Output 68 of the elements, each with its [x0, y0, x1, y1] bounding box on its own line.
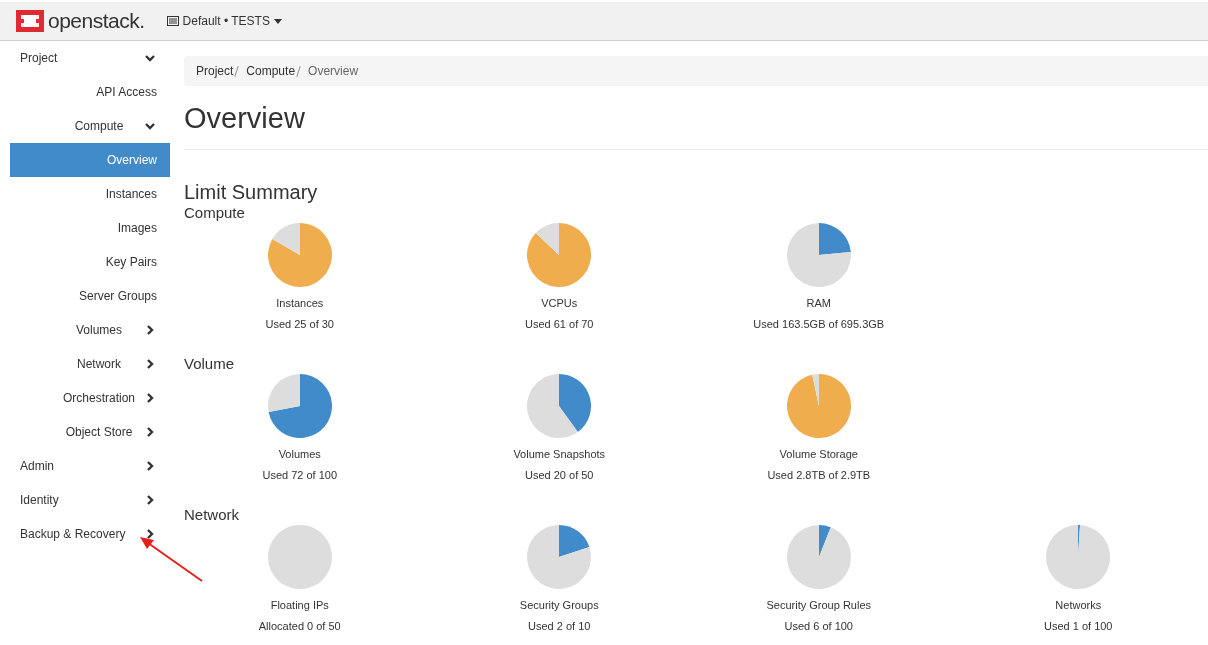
- usage-text: Used 6 of 100: [784, 619, 853, 633]
- sidebar-item[interactable]: Images: [10, 211, 170, 245]
- pie-chart: [786, 374, 851, 438]
- group-title: Network: [184, 506, 240, 524]
- chevron-right-icon: [144, 358, 156, 370]
- pie-chart: [267, 223, 332, 287]
- arrow-drawing: [140, 537, 204, 583]
- chart-label: Floating IPs: [270, 598, 329, 612]
- chevron-right-icon: [144, 324, 156, 336]
- chart-label: VCPUs: [541, 296, 578, 310]
- sidebar-item[interactable]: Identity: [10, 483, 170, 517]
- usage-text: Used 1 of 100: [1044, 619, 1113, 633]
- usage-text: Used 72 of 100: [262, 468, 338, 482]
- sidebar-item[interactable]: Object Store: [10, 415, 170, 449]
- pie-chart: [786, 525, 851, 589]
- group-title: Volume: [184, 355, 236, 373]
- sidebar-item[interactable]: Server Groups: [10, 279, 170, 313]
- brand-name[interactable]: openstack.: [48, 9, 145, 33]
- sidebar-item[interactable]: Admin: [10, 449, 170, 483]
- chart-label: Volumes: [278, 447, 321, 461]
- chart-label: RAM: [806, 296, 831, 310]
- sidebar-item[interactable]: API Access: [10, 75, 170, 109]
- project-icon: [166, 16, 179, 26]
- section-title: Limit Summary: [184, 180, 319, 204]
- pie-chart: [786, 223, 851, 287]
- sidebar-item[interactable]: Compute: [10, 109, 170, 143]
- caret-icon: [273, 18, 282, 24]
- pie-chart: [527, 525, 592, 589]
- pie-chart: [527, 374, 592, 438]
- page-title: Overview: [184, 101, 306, 135]
- usage-text: Used 20 of 50: [525, 468, 594, 482]
- pie-slice: [559, 374, 592, 432]
- pie-chart: [1046, 525, 1111, 589]
- breadcrumb-link[interactable]: Compute: [246, 64, 296, 78]
- usage-text: Used 61 of 70: [525, 317, 594, 331]
- usage-text: Used 163.5GB of 695.3GB: [753, 317, 885, 331]
- sidebar-item[interactable]: Volumes: [10, 313, 170, 347]
- chevron-down-icon: [144, 52, 156, 64]
- pie-chart: [527, 223, 592, 287]
- breadcrumb-link[interactable]: Project: [196, 64, 234, 78]
- sidebar-item[interactable]: Overview: [10, 143, 170, 177]
- chevron-right-icon: [144, 494, 156, 506]
- sidebar-item[interactable]: Project: [10, 41, 170, 75]
- sidebar-item[interactable]: Orchestration: [10, 381, 170, 415]
- chart-label: Security Groups: [519, 598, 599, 612]
- pie-slice: [527, 374, 579, 438]
- chart-label: Security Group Rules: [766, 598, 871, 612]
- chevron-right-icon: [144, 392, 156, 404]
- usage-text: Used 2.8TB of 2.9TB: [767, 468, 871, 482]
- chevron-down-icon: [144, 120, 156, 132]
- pie-chart: [267, 525, 332, 589]
- usage-text: Allocated 0 of 50: [258, 619, 341, 633]
- usage-text: Used 25 of 30: [265, 317, 334, 331]
- project-selector[interactable]: Default • TESTS: [166, 14, 282, 28]
- sidebar-item[interactable]: Key Pairs: [10, 245, 170, 279]
- usage-text: Used 2 of 10: [528, 619, 591, 633]
- group-title: Compute: [184, 204, 246, 222]
- pie-chart: [267, 374, 332, 438]
- chart-label: Volume Snapshots: [513, 447, 606, 461]
- breadcrumb-link[interactable]: Overview: [308, 64, 359, 78]
- chevron-right-icon: [144, 460, 156, 472]
- logo-icon: [16, 10, 44, 32]
- chart-label: Networks: [1055, 598, 1102, 612]
- chevron-right-icon: [144, 426, 156, 438]
- sidebar-item[interactable]: Instances: [10, 177, 170, 211]
- chart-label: Volume Storage: [779, 447, 858, 461]
- sidebar-item[interactable]: Network: [10, 347, 170, 381]
- chart-label: Instances: [276, 296, 324, 310]
